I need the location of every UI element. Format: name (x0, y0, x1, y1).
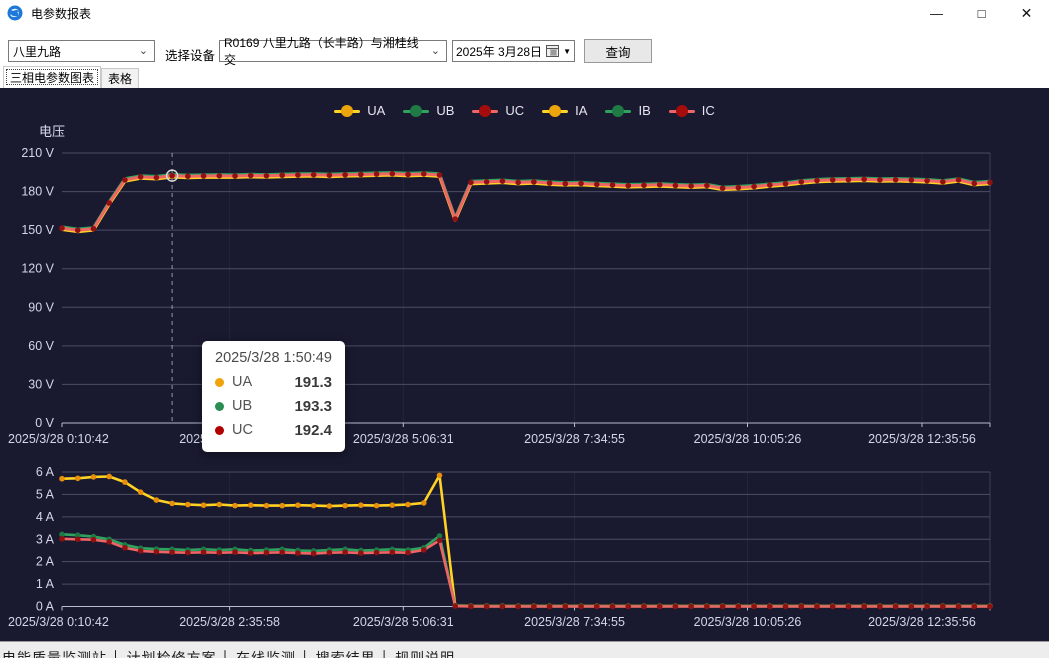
date-picker-value: 2025年 3月28日 (456, 43, 542, 60)
ua-dot-icon (215, 378, 224, 387)
legend-label: IA (575, 103, 587, 118)
tooltip-series-value: 191.3 (294, 374, 332, 391)
legend-swatch-icon (605, 105, 631, 117)
legend-swatch-icon (472, 105, 498, 117)
device-select[interactable]: R0169 八里九路（长丰路）与湘桂线交 ⌄ (219, 40, 447, 62)
tooltip-series-value: 193.3 (294, 398, 332, 415)
background-window-text: 电能质量监测站 │ 计划检修方案 │ 在线监测 │ 搜索结果 │ 规则说明 (2, 648, 1049, 658)
tooltip-series-name: UA (232, 374, 252, 390)
legend-swatch-icon (542, 105, 568, 117)
legend-item-ub[interactable]: UB (403, 103, 454, 118)
legend-item-ic[interactable]: IC (669, 103, 715, 118)
ub-dot-icon (215, 402, 224, 411)
chevron-down-icon: ⌄ (137, 46, 150, 56)
chart-legend: UA UB UC IA IB IC (0, 103, 1049, 118)
svg-text:2025/3/28 5:06:31: 2025/3/28 5:06:31 (353, 615, 454, 629)
svg-text:2 A: 2 A (36, 555, 55, 569)
svg-text:2025/3/28 12:35:56: 2025/3/28 12:35:56 (868, 615, 976, 629)
svg-text:2025/3/28 0:10:42: 2025/3/28 0:10:42 (8, 432, 109, 446)
legend-item-ib[interactable]: IB (605, 103, 650, 118)
svg-text:210 V: 210 V (21, 146, 54, 160)
svg-text:2025/3/28 10:05:26: 2025/3/28 10:05:26 (694, 615, 802, 629)
svg-text:1 A: 1 A (36, 577, 55, 591)
background-window-strip: 电能质量监测站 │ 计划检修方案 │ 在线监测 │ 搜索结果 │ 规则说明 (0, 641, 1049, 658)
svg-text:0 V: 0 V (35, 416, 54, 430)
minimize-button[interactable]: — (914, 0, 959, 26)
svg-text:2025/3/28 7:34:55: 2025/3/28 7:34:55 (524, 432, 625, 446)
date-picker[interactable]: 2025年 3月28日 ▼ (452, 40, 575, 62)
area-select-value: 八里九路 (13, 43, 61, 60)
tab-bar: 三相电参数图表 表格 (0, 66, 1049, 88)
legend-swatch-icon (334, 105, 360, 117)
svg-text:2025/3/28 2:35:58: 2025/3/28 2:35:58 (179, 615, 280, 629)
chart-panel: UA UB UC IA IB IC 电压 210 V 180 V 150 V 120 V 90 V… (0, 88, 1049, 641)
app-logo-icon (7, 5, 23, 21)
tab-three-phase-chart[interactable]: 三相电参数图表 (3, 66, 101, 88)
svg-text:30 V: 30 V (28, 377, 54, 391)
voltage-axis-title: 电压 (39, 121, 65, 140)
maximize-button[interactable]: □ (959, 0, 1004, 26)
svg-text:150 V: 150 V (21, 223, 54, 237)
device-select-label: 选择设备 (165, 45, 215, 64)
svg-text:2025/3/28 5:06:31: 2025/3/28 5:06:31 (353, 432, 454, 446)
window-title: 电参数报表 (31, 5, 91, 22)
tooltip-row-uc: UC 192.4 (215, 418, 332, 442)
dropdown-arrow-icon[interactable]: ▼ (563, 47, 571, 56)
tab-table[interactable]: 表格 (101, 68, 139, 88)
chevron-down-icon: ⌄ (429, 46, 442, 56)
legend-swatch-icon (669, 105, 695, 117)
svg-text:2025/3/28 0:10:42: 2025/3/28 0:10:42 (8, 615, 109, 629)
current-chart[interactable]: 6 A 5 A 4 A 3 A 2 A 1 A 0 A2025/3/28 0:10:42 20… (0, 456, 1049, 635)
svg-text:2025/3/28 10:05:26: 2025/3/28 10:05:26 (694, 432, 802, 446)
chart-tooltip: 2025/3/28 1:50:49 UA 191.3 UB 193.3 UC 1… (202, 341, 345, 452)
query-button[interactable]: 查询 (584, 39, 652, 63)
calendar-icon[interactable] (546, 45, 559, 57)
toolbar: 八里九路 ⌄ 选择设备 R0169 八里九路（长丰路）与湘桂线交 ⌄ 2025年… (0, 26, 1049, 66)
tooltip-row-ub: UB 193.3 (215, 394, 332, 418)
title-bar: 电参数报表 — □ ✕ (0, 0, 1049, 26)
uc-dot-icon (215, 426, 224, 435)
legend-swatch-icon (403, 105, 429, 117)
device-select-value: R0169 八里九路（长丰路）与湘桂线交 (224, 34, 429, 68)
legend-label: UB (436, 103, 454, 118)
svg-text:120 V: 120 V (21, 262, 54, 276)
svg-text:6 A: 6 A (36, 465, 55, 479)
legend-item-uc[interactable]: UC (472, 103, 524, 118)
app-window: 电参数报表 — □ ✕ 八里九路 ⌄ 选择设备 R0169 八里九路（长丰路）与… (0, 0, 1049, 658)
tooltip-series-value: 192.4 (294, 422, 332, 439)
legend-label: UA (367, 103, 385, 118)
tooltip-series-name: UB (232, 398, 252, 414)
tooltip-timestamp: 2025/3/28 1:50:49 (215, 350, 332, 366)
tooltip-series-name: UC (232, 422, 253, 438)
svg-text:5 A: 5 A (36, 487, 55, 501)
voltage-chart[interactable]: 210 V 180 V 150 V 120 V 90 V 60 V 30 V 0 V 2025/… (0, 140, 1049, 452)
svg-text:60 V: 60 V (28, 339, 54, 353)
svg-text:180 V: 180 V (21, 185, 54, 199)
svg-text:3 A: 3 A (36, 532, 55, 546)
svg-text:4 A: 4 A (36, 510, 55, 524)
legend-label: UC (505, 103, 524, 118)
tooltip-row-ua: UA 191.3 (215, 370, 332, 394)
svg-text:2025/3/28 12:35:56: 2025/3/28 12:35:56 (868, 432, 976, 446)
svg-text:2025/3/28 7:34:55: 2025/3/28 7:34:55 (524, 615, 625, 629)
legend-item-ua[interactable]: UA (334, 103, 385, 118)
area-select[interactable]: 八里九路 ⌄ (8, 40, 155, 62)
svg-text:90 V: 90 V (28, 300, 54, 314)
legend-item-ia[interactable]: IA (542, 103, 587, 118)
legend-label: IC (702, 103, 715, 118)
legend-label: IB (638, 103, 650, 118)
svg-text:0 A: 0 A (36, 600, 55, 614)
close-button[interactable]: ✕ (1004, 0, 1049, 26)
